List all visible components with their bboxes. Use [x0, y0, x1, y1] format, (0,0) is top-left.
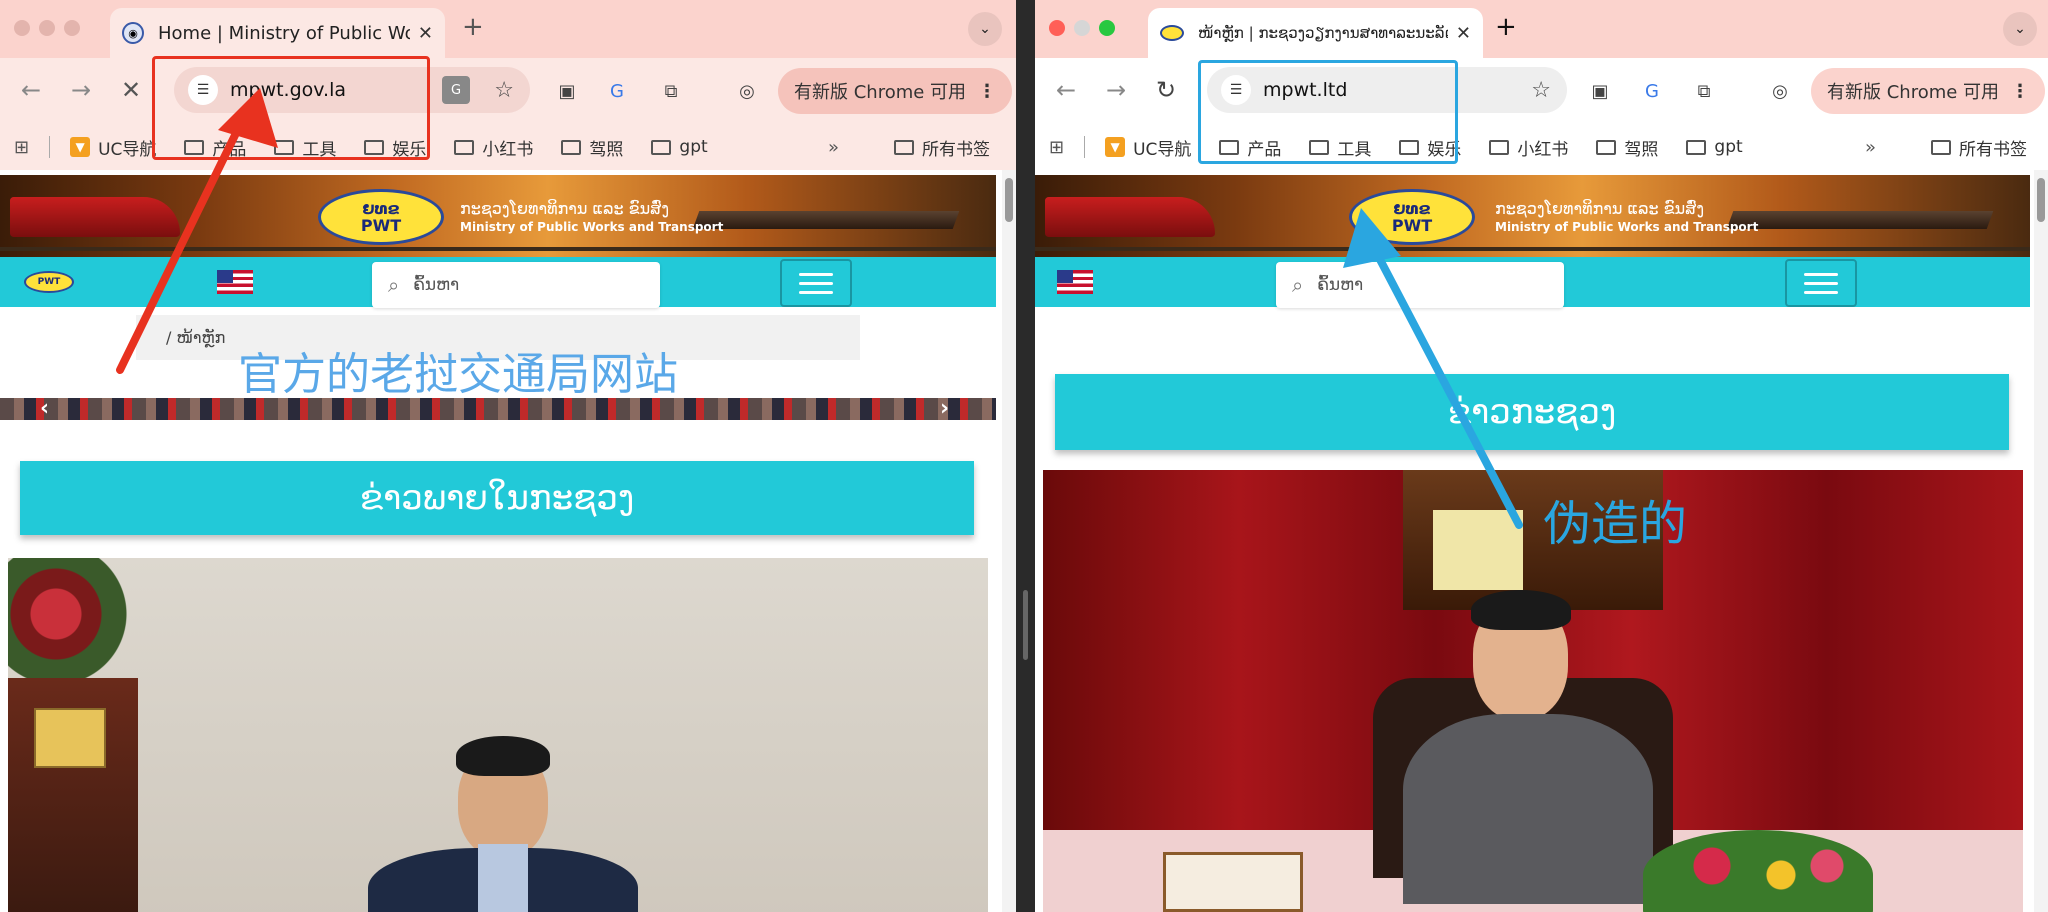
annotation-arrow — [1343, 208, 1523, 529]
annotation-label: 伪造的 — [1543, 496, 1688, 552]
window-divider[interactable] — [1016, 0, 1035, 912]
divider-grip[interactable] — [1023, 590, 1028, 660]
right-browser-window: ໜ້າຫຼັກ | ກະຊວງວຽກງານສາທາລະນະລັດ ✕ + ⌄ ←… — [1035, 0, 2048, 912]
annotation-label: 官方的老挝交通局网站 — [238, 349, 678, 400]
left-browser-window: ◉ Home | Ministry of Public Wor ✕ + ⌄ ← … — [0, 0, 1016, 912]
annotation-arrow — [116, 88, 278, 374]
screen: ◉ Home | Ministry of Public Wor ✕ + ⌄ ← … — [0, 0, 2048, 912]
